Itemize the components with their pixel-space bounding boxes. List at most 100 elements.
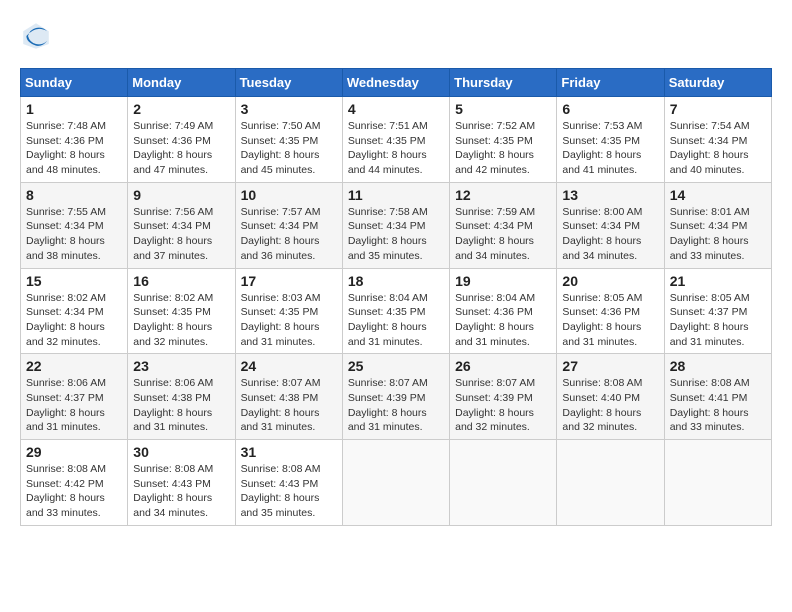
logo — [20, 20, 56, 52]
day-number: 24 — [241, 358, 337, 374]
calendar-cell: 29 Sunrise: 8:08 AMSunset: 4:42 PMDayligh… — [21, 440, 128, 526]
calendar-cell: 22 Sunrise: 8:06 AMSunset: 4:37 PMDayligh… — [21, 354, 128, 440]
day-info: Sunrise: 8:03 AMSunset: 4:35 PMDaylight:… — [241, 291, 337, 350]
calendar-cell: 6 Sunrise: 7:53 AMSunset: 4:35 PMDaylight… — [557, 97, 664, 183]
page-header — [20, 20, 772, 52]
calendar-cell: 30Sunrise: 8:08 AMSunset: 4:43 PMDayligh… — [128, 440, 235, 526]
weekday-header-row: SundayMondayTuesdayWednesdayThursdayFrid… — [21, 69, 772, 97]
calendar-body: 1Sunrise: 7:48 AMSunset: 4:36 PMDaylight… — [21, 97, 772, 526]
calendar-week-row: 1Sunrise: 7:48 AMSunset: 4:36 PMDaylight… — [21, 97, 772, 183]
day-number: 23 — [133, 358, 229, 374]
calendar-cell: 21 Sunrise: 8:05 AMSunset: 4:37 PMDayligh… — [664, 268, 771, 354]
calendar-cell: 9 Sunrise: 7:56 AMSunset: 4:34 PMDaylight… — [128, 182, 235, 268]
day-number: 30 — [133, 444, 229, 460]
weekday-header-cell: Thursday — [450, 69, 557, 97]
calendar-cell: 11 Sunrise: 7:58 AMSunset: 4:34 PMDayligh… — [342, 182, 449, 268]
day-number: 2 — [133, 101, 229, 117]
calendar-cell: 31 Sunrise: 8:08 AMSunset: 4:43 PMDayligh… — [235, 440, 342, 526]
calendar-cell: 14Sunrise: 8:01 AMSunset: 4:34 PMDayligh… — [664, 182, 771, 268]
day-number: 9 — [133, 187, 229, 203]
day-number: 15 — [26, 273, 122, 289]
day-info: Sunrise: 7:54 AMSunset: 4:34 PMDaylight:… — [670, 119, 766, 178]
day-number: 5 — [455, 101, 551, 117]
day-info: Sunrise: 8:07 AMSunset: 4:39 PMDaylight:… — [455, 376, 551, 435]
calendar-week-row: 22 Sunrise: 8:06 AMSunset: 4:37 PMDayligh… — [21, 354, 772, 440]
day-number: 21 — [670, 273, 766, 289]
calendar-cell: 4Sunrise: 7:51 AMSunset: 4:35 PMDaylight… — [342, 97, 449, 183]
day-info: Sunrise: 8:06 AMSunset: 4:37 PMDaylight:… — [26, 376, 122, 435]
weekday-header-cell: Tuesday — [235, 69, 342, 97]
day-number: 19 — [455, 273, 551, 289]
day-info: Sunrise: 7:59 AMSunset: 4:34 PMDaylight:… — [455, 205, 551, 264]
calendar-cell: 19 Sunrise: 8:04 AMSunset: 4:36 PMDayligh… — [450, 268, 557, 354]
calendar-cell — [450, 440, 557, 526]
calendar-cell: 10 Sunrise: 7:57 AMSunset: 4:34 PMDayligh… — [235, 182, 342, 268]
calendar-cell — [557, 440, 664, 526]
day-info: Sunrise: 8:08 AMSunset: 4:43 PMDaylight:… — [241, 462, 337, 521]
day-info: Sunrise: 7:51 AMSunset: 4:35 PMDaylight:… — [348, 119, 444, 178]
calendar-cell: 27 Sunrise: 8:08 AMSunset: 4:40 PMDayligh… — [557, 354, 664, 440]
day-number: 12 — [455, 187, 551, 203]
weekday-header-cell: Friday — [557, 69, 664, 97]
day-number: 11 — [348, 187, 444, 203]
calendar-cell: 24 Sunrise: 8:07 AMSunset: 4:38 PMDayligh… — [235, 354, 342, 440]
calendar-cell: 16Sunrise: 8:02 AMSunset: 4:35 PMDayligh… — [128, 268, 235, 354]
day-info: Sunrise: 8:07 AMSunset: 4:39 PMDaylight:… — [348, 376, 444, 435]
day-info: Sunrise: 7:50 AMSunset: 4:35 PMDaylight:… — [241, 119, 337, 178]
day-number: 26 — [455, 358, 551, 374]
calendar-cell: 18 Sunrise: 8:04 AMSunset: 4:35 PMDayligh… — [342, 268, 449, 354]
day-number: 29 — [26, 444, 122, 460]
day-info: Sunrise: 8:04 AMSunset: 4:35 PMDaylight:… — [348, 291, 444, 350]
day-info: Sunrise: 8:08 AMSunset: 4:42 PMDaylight:… — [26, 462, 122, 521]
day-info: Sunrise: 8:07 AMSunset: 4:38 PMDaylight:… — [241, 376, 337, 435]
weekday-header-cell: Saturday — [664, 69, 771, 97]
day-number: 17 — [241, 273, 337, 289]
calendar-cell: 2 Sunrise: 7:49 AMSunset: 4:36 PMDaylight… — [128, 97, 235, 183]
day-info: Sunrise: 8:05 AMSunset: 4:36 PMDaylight:… — [562, 291, 658, 350]
calendar-cell: 12 Sunrise: 7:59 AMSunset: 4:34 PMDayligh… — [450, 182, 557, 268]
weekday-header-cell: Monday — [128, 69, 235, 97]
calendar-cell: 3 Sunrise: 7:50 AMSunset: 4:35 PMDaylight… — [235, 97, 342, 183]
day-number: 20 — [562, 273, 658, 289]
day-number: 14 — [670, 187, 766, 203]
day-number: 10 — [241, 187, 337, 203]
calendar-cell: 26 Sunrise: 8:07 AMSunset: 4:39 PMDayligh… — [450, 354, 557, 440]
day-number: 6 — [562, 101, 658, 117]
day-number: 28 — [670, 358, 766, 374]
day-info: Sunrise: 7:56 AMSunset: 4:34 PMDaylight:… — [133, 205, 229, 264]
day-number: 31 — [241, 444, 337, 460]
calendar-cell — [342, 440, 449, 526]
day-info: Sunrise: 8:08 AMSunset: 4:40 PMDaylight:… — [562, 376, 658, 435]
day-info: Sunrise: 7:53 AMSunset: 4:35 PMDaylight:… — [562, 119, 658, 178]
day-number: 8 — [26, 187, 122, 203]
calendar-cell: 5 Sunrise: 7:52 AMSunset: 4:35 PMDaylight… — [450, 97, 557, 183]
weekday-header-cell: Sunday — [21, 69, 128, 97]
day-info: Sunrise: 8:00 AMSunset: 4:34 PMDaylight:… — [562, 205, 658, 264]
calendar-week-row: 15 Sunrise: 8:02 AMSunset: 4:34 PMDayligh… — [21, 268, 772, 354]
day-info: Sunrise: 7:58 AMSunset: 4:34 PMDaylight:… — [348, 205, 444, 264]
calendar-week-row: 29 Sunrise: 8:08 AMSunset: 4:42 PMDayligh… — [21, 440, 772, 526]
calendar-cell: 15 Sunrise: 8:02 AMSunset: 4:34 PMDayligh… — [21, 268, 128, 354]
calendar-cell: 25 Sunrise: 8:07 AMSunset: 4:39 PMDayligh… — [342, 354, 449, 440]
calendar-cell: 8 Sunrise: 7:55 AMSunset: 4:34 PMDaylight… — [21, 182, 128, 268]
day-info: Sunrise: 7:55 AMSunset: 4:34 PMDaylight:… — [26, 205, 122, 264]
calendar-table: SundayMondayTuesdayWednesdayThursdayFrid… — [20, 68, 772, 526]
day-number: 22 — [26, 358, 122, 374]
day-info: Sunrise: 8:04 AMSunset: 4:36 PMDaylight:… — [455, 291, 551, 350]
calendar-cell: 17 Sunrise: 8:03 AMSunset: 4:35 PMDayligh… — [235, 268, 342, 354]
day-info: Sunrise: 7:57 AMSunset: 4:34 PMDaylight:… — [241, 205, 337, 264]
day-number: 25 — [348, 358, 444, 374]
weekday-header-cell: Wednesday — [342, 69, 449, 97]
calendar-cell: 20 Sunrise: 8:05 AMSunset: 4:36 PMDayligh… — [557, 268, 664, 354]
day-info: Sunrise: 7:52 AMSunset: 4:35 PMDaylight:… — [455, 119, 551, 178]
day-number: 27 — [562, 358, 658, 374]
day-number: 1 — [26, 101, 122, 117]
day-info: Sunrise: 8:05 AMSunset: 4:37 PMDaylight:… — [670, 291, 766, 350]
day-number: 18 — [348, 273, 444, 289]
day-number: 3 — [241, 101, 337, 117]
day-number: 7 — [670, 101, 766, 117]
day-info: Sunrise: 8:02 AMSunset: 4:34 PMDaylight:… — [26, 291, 122, 350]
day-info: Sunrise: 7:49 AMSunset: 4:36 PMDaylight:… — [133, 119, 229, 178]
day-info: Sunrise: 8:08 AMSunset: 4:41 PMDaylight:… — [670, 376, 766, 435]
calendar-cell: 7 Sunrise: 7:54 AMSunset: 4:34 PMDaylight… — [664, 97, 771, 183]
